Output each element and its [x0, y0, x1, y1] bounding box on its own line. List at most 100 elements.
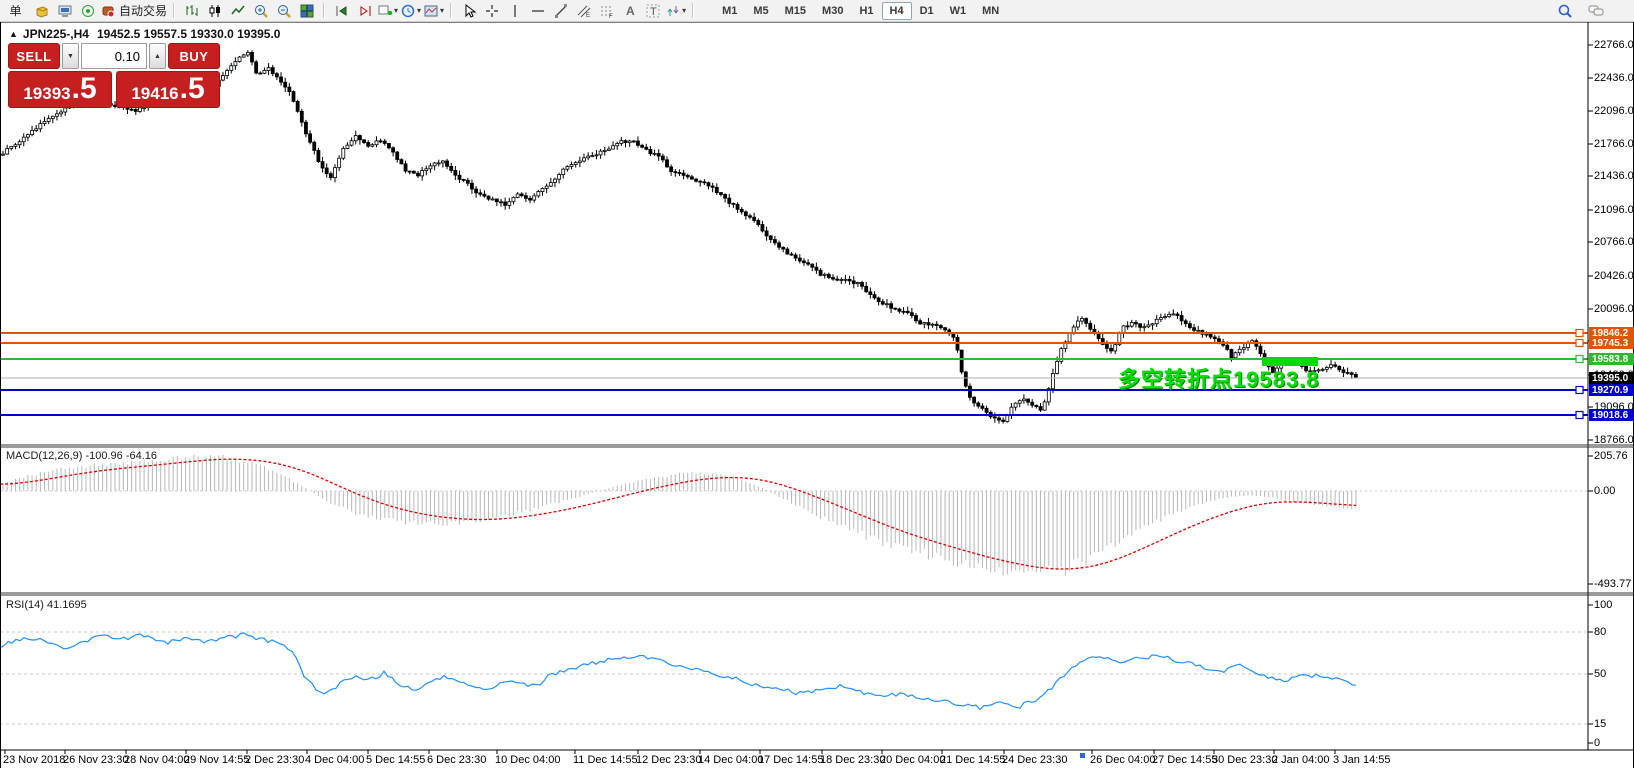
- rsi-axis-tick: 100: [1594, 599, 1612, 611]
- svg-text:E: E: [586, 13, 590, 19]
- chat-icon[interactable]: [1585, 2, 1606, 20]
- volume-decrease-button[interactable]: ▼: [62, 43, 79, 69]
- price-line-tag[interactable]: 19583.8: [1589, 353, 1634, 365]
- rsi-axis-tick: 80: [1594, 626, 1606, 638]
- fibonacci-icon[interactable]: F: [596, 2, 617, 20]
- time-axis-label: 30 Dec 23:30: [1212, 754, 1277, 766]
- collapse-panel-icon[interactable]: ▲: [9, 29, 18, 39]
- auto-scroll-icon[interactable]: [354, 2, 375, 20]
- sell-price-dec: .5: [72, 74, 97, 104]
- bar-chart-icon[interactable]: [181, 2, 202, 20]
- price-line-tag[interactable]: 19018.6: [1589, 409, 1634, 421]
- candle-chart-icon[interactable]: [204, 2, 225, 20]
- time-axis-label: 18 Dec 23:30: [820, 754, 885, 766]
- timeframe-m30-button[interactable]: M30: [814, 2, 851, 20]
- periods-dropdown-caret[interactable]: ▾: [417, 6, 421, 15]
- trading-terminal-window: 单 自动交易 ▾ ▾ ▾ E F AT ▾ M1M5M15M30H1H4D1W1MN ▲ JPN2…: [0, 0, 1634, 768]
- crosshair-icon[interactable]: [481, 2, 502, 20]
- sell-price-int: 19393: [23, 85, 70, 102]
- sell-button[interactable]: SELL: [8, 43, 60, 69]
- price-axis-tick: 21436.0: [1594, 170, 1634, 182]
- templates-dropdown-caret[interactable]: ▾: [440, 6, 444, 15]
- ohlc-values: 19452.5 19557.5 19330.0 19395.0: [97, 27, 281, 41]
- new-order-button[interactable]: 单: [2, 2, 29, 20]
- buy-price-int: 19416: [131, 85, 178, 102]
- price-line-tag[interactable]: 19270.9: [1589, 384, 1634, 396]
- price-axis-tick: 21096.0: [1594, 204, 1634, 216]
- new-chart-icon[interactable]: ▾: [377, 2, 398, 20]
- price-lines[interactable]: [0, 330, 1588, 419]
- timeframe-d1-button[interactable]: D1: [912, 2, 942, 20]
- timeframe-w1-button[interactable]: W1: [942, 2, 975, 20]
- auto-trading-button[interactable]: 自动交易: [100, 2, 167, 20]
- chart-title-bar: ▲ JPN225-,H4 19452.5 19557.5 19330.0 193…: [9, 27, 280, 41]
- current-price-tag: 19395.0: [1589, 372, 1634, 384]
- macd-label: MACD(12,26,9) -100.96 -64.16: [6, 450, 157, 462]
- periods-icon[interactable]: ▾: [400, 2, 421, 20]
- toolbar-separator: [173, 3, 175, 18]
- arrows-icon[interactable]: ▾: [665, 2, 686, 20]
- line-chart-icon[interactable]: [227, 2, 248, 20]
- macd-axis-tick: 0.00: [1594, 485, 1615, 497]
- zoom-in-icon[interactable]: [250, 2, 271, 20]
- price-axis-tick: 20096.0: [1594, 303, 1634, 315]
- timeframe-group: M1M5M15M30H1H4D1W1MN: [714, 2, 1007, 20]
- timeframe-m1-button[interactable]: M1: [714, 2, 745, 20]
- text-icon[interactable]: A: [619, 2, 640, 20]
- time-axis-label: 5 Dec 14:55: [366, 754, 425, 766]
- trend-line-icon[interactable]: [550, 2, 571, 20]
- time-axis-label: 2 Jan 04:00: [1272, 754, 1330, 766]
- package-icon[interactable]: [31, 2, 52, 20]
- volume-input[interactable]: 0.10: [81, 43, 147, 69]
- zoom-out-icon[interactable]: [273, 2, 294, 20]
- macd-axis-tick: 205.76: [1594, 450, 1628, 462]
- equidistant-channel-icon[interactable]: E: [573, 2, 594, 20]
- templates-icon[interactable]: ▾: [423, 2, 444, 20]
- volume-increase-button[interactable]: ▲: [149, 43, 166, 69]
- timeframe-h1-button[interactable]: H1: [851, 2, 881, 20]
- cursor-icon[interactable]: [458, 2, 479, 20]
- timeframe-m5-button[interactable]: M5: [745, 2, 776, 20]
- svg-text:A: A: [626, 4, 635, 18]
- vertical-line-icon[interactable]: [504, 2, 525, 20]
- timeframe-m15-button[interactable]: M15: [777, 2, 814, 20]
- time-axis-label: 14 Dec 04:00: [698, 754, 763, 766]
- timeframe-h4-button[interactable]: H4: [882, 2, 912, 20]
- horizontal-line-icon[interactable]: [527, 2, 548, 20]
- text-label-icon[interactable]: T: [642, 2, 663, 20]
- time-axis-label: 11 Dec 14:55: [573, 754, 638, 766]
- time-axis-label: 10 Dec 04:00: [495, 754, 560, 766]
- new-chart-dropdown-caret[interactable]: ▾: [394, 6, 398, 15]
- price-axis-tick: 22766.0: [1594, 39, 1634, 51]
- market-watch-icon[interactable]: [54, 2, 75, 20]
- tile-windows-icon[interactable]: [296, 2, 317, 20]
- pivot-annotation-text[interactable]: 多空转折点19583.8: [1118, 362, 1320, 394]
- timeframe-mn-button[interactable]: MN: [974, 2, 1007, 20]
- price-line-tag[interactable]: 19745.3: [1589, 337, 1634, 349]
- price-axis-tick: 20426.0: [1594, 270, 1634, 282]
- arrows-dropdown-caret[interactable]: ▾: [682, 6, 686, 15]
- price-axis-tick: 18766.0: [1594, 434, 1634, 446]
- price-axis-tick: 21766.0: [1594, 138, 1634, 150]
- toolbar-separator: [692, 3, 694, 18]
- main-toolbar: 单 自动交易 ▾ ▾ ▾ E F AT ▾ M1M5M15M30H1H4D1W1MN: [0, 0, 1634, 22]
- buy-button[interactable]: BUY: [168, 43, 220, 69]
- macd-axis-tick: -493.77: [1594, 578, 1631, 590]
- search-icon[interactable]: [1554, 2, 1575, 20]
- toolbar-separator: [323, 3, 325, 18]
- buy-price-button[interactable]: 19416 .5: [116, 71, 220, 108]
- time-axis-label: 17 Dec 14:55: [758, 754, 823, 766]
- svg-text:F: F: [609, 14, 613, 19]
- rsi-axis-tick: 50: [1594, 668, 1606, 680]
- time-axis-label: 4 Dec 04:00: [305, 754, 364, 766]
- time-axis-label: 29 Nov 14:55: [184, 754, 249, 766]
- time-axis-label: 28 Nov 04:00: [124, 754, 189, 766]
- symbol-title: JPN225-,H4: [23, 27, 89, 41]
- sell-price-button[interactable]: 19393 .5: [8, 71, 112, 108]
- time-axis-label: 23 Nov 2018: [3, 754, 65, 766]
- macd-histogram: [3, 455, 1356, 576]
- chart-shift-icon[interactable]: [331, 2, 352, 20]
- chart-canvas[interactable]: [0, 0, 1634, 768]
- data-window-icon[interactable]: [77, 2, 98, 20]
- time-axis-label: 6 Dec 23:30: [427, 754, 486, 766]
